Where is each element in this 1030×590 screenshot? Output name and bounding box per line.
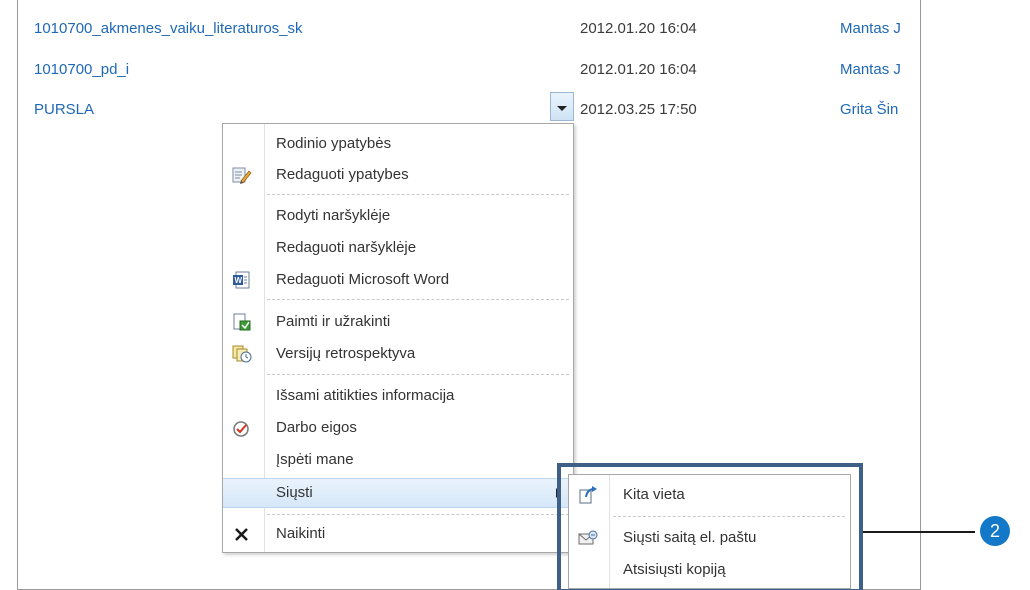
menu-item-label: Siųsti saitą el. paštu — [623, 529, 757, 546]
menu-item-other-location[interactable]: Kita vieta — [569, 480, 850, 510]
menu-item-edit-properties[interactable]: Redaguoti ypatybes — [223, 160, 573, 190]
menu-item-label: Versijų retrospektyva — [276, 345, 416, 362]
modified-by-link[interactable]: Mantas J — [840, 15, 920, 43]
menu-item-label: Rodyti naršyklėje — [276, 207, 391, 224]
modified-date: 2012.01.20 16:04 — [580, 20, 697, 37]
callout-number-badge: 2 — [980, 516, 1010, 546]
menu-item-compliance-details[interactable]: Išsami atitikties informacija — [223, 381, 573, 411]
edit-properties-icon — [232, 166, 252, 184]
delete-icon — [232, 525, 252, 543]
version-history-icon — [232, 345, 252, 363]
menu-item-alert-me[interactable]: Įspėti mane — [223, 445, 573, 475]
menu-item-send-to[interactable]: Siųsti — [223, 478, 573, 508]
menu-item-label: Rodinio ypatybės — [276, 135, 392, 152]
menu-item-label: Atsisiųsti kopiją — [623, 561, 726, 578]
menu-separator — [267, 194, 569, 195]
menu-item-workflows[interactable]: Darbo eigos — [223, 413, 573, 443]
menu-separator — [267, 514, 569, 515]
menu-item-check-out[interactable]: Paimti ir užrakinti — [223, 307, 573, 337]
document-name-link[interactable]: 1010700_akmenes_vaiku_literaturos_sk — [34, 15, 303, 43]
item-context-menu: Rodinio ypatybės Redaguoti ypatybes Rody… — [222, 123, 574, 553]
document-name-link[interactable]: PURSLA — [34, 96, 94, 124]
menu-item-label: Siųsti — [276, 484, 313, 501]
menu-item-view-properties[interactable]: Rodinio ypatybės — [223, 129, 573, 159]
menu-item-edit-in-browser[interactable]: Redaguoti naršyklėje — [223, 233, 573, 263]
svg-text:W: W — [235, 276, 243, 285]
menu-item-label: Redaguoti naršyklėje — [276, 239, 417, 256]
menu-item-download-copy[interactable]: Atsisiųsti kopiją — [569, 555, 850, 585]
menu-separator — [267, 299, 569, 300]
workflow-icon — [232, 419, 252, 437]
menu-item-label: Įspėti mane — [276, 451, 354, 468]
menu-item-label: Paimti ir užrakinti — [276, 313, 391, 330]
menu-separator — [613, 516, 845, 517]
email-link-icon — [578, 529, 598, 547]
menu-item-label: Išsami atitikties informacija — [276, 387, 455, 404]
menu-separator — [267, 374, 569, 375]
callout-leader-line — [863, 531, 975, 533]
menu-item-delete[interactable]: Naikinti — [223, 519, 573, 549]
menu-item-label: Redaguoti Microsoft Word — [276, 271, 450, 288]
chevron-right-icon — [556, 488, 561, 498]
menu-item-label: Redaguoti ypatybes — [276, 166, 409, 183]
document-name-link[interactable]: 1010700_pd_i — [34, 56, 129, 84]
menu-item-edit-in-word[interactable]: W Redaguoti Microsoft Word — [223, 265, 573, 295]
check-out-icon — [232, 313, 252, 331]
item-dropdown-button[interactable] — [550, 92, 574, 121]
modified-by-link[interactable]: Grita Šin — [840, 96, 920, 124]
chevron-down-icon — [557, 106, 567, 111]
send-to-submenu: Kita vieta Siųsti saitą el. paštu Atsisi… — [568, 474, 851, 589]
other-location-icon — [578, 486, 598, 504]
modified-by-link[interactable]: Mantas J — [840, 56, 920, 84]
word-icon: W — [232, 271, 252, 289]
menu-item-label: Naikinti — [276, 525, 326, 542]
screenshot-stage: 1010700_akmenes_vaiku_literaturos_sk 201… — [0, 0, 1030, 590]
menu-item-version-history[interactable]: Versijų retrospektyva — [223, 339, 573, 369]
modified-date: 2012.03.25 17:50 — [580, 101, 697, 118]
menu-item-label: Darbo eigos — [276, 419, 357, 436]
modified-date: 2012.01.20 16:04 — [580, 61, 697, 78]
menu-item-label: Kita vieta — [623, 486, 685, 503]
menu-item-view-in-browser[interactable]: Rodyti naršyklėje — [223, 201, 573, 231]
menu-item-email-link[interactable]: Siųsti saitą el. paštu — [569, 523, 850, 553]
